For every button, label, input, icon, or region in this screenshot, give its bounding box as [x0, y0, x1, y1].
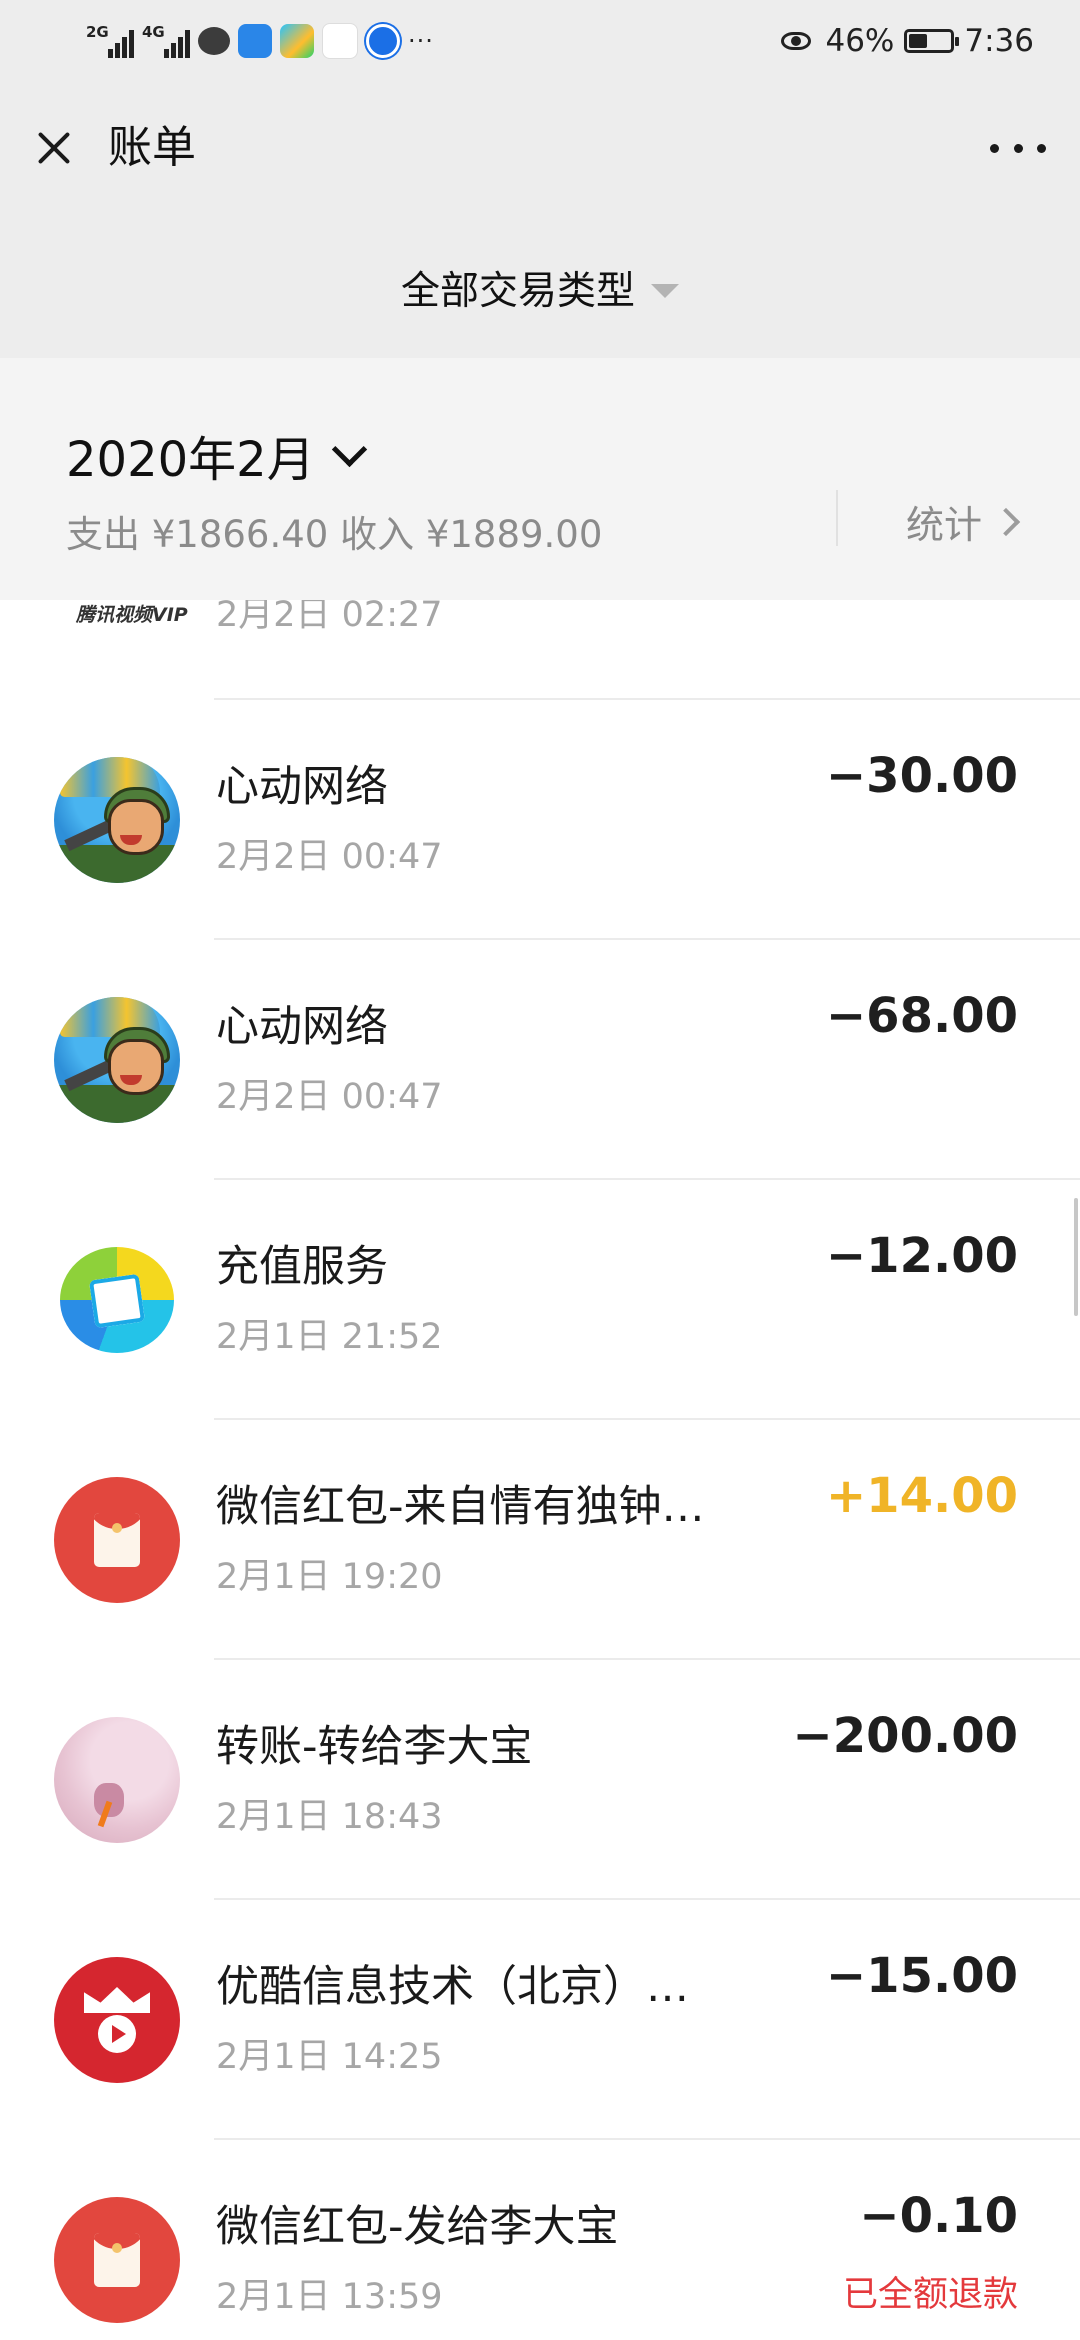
qq-icon	[238, 24, 272, 58]
transaction-time: 2月1日 21:52	[216, 1317, 443, 1357]
transaction-list: 腾讯视频VIP 2月2日 02:27 心动网络 2月2日 00:47 −30.0…	[0, 600, 1080, 2340]
photo-avatar	[54, 1717, 180, 1843]
transaction-time: 2月1日 18:43	[216, 1797, 443, 1837]
battery-level	[909, 34, 928, 48]
list-item[interactable]: 微信红包-发给李大宝 2月1日 13:59 −0.10 已全额退款	[0, 2140, 1080, 2340]
filter-bar: 全部交易类型	[0, 212, 1080, 358]
tencent-video-vip-logo: 腾讯视频VIP	[76, 604, 188, 626]
transaction-amount: −200.00	[792, 1708, 1018, 1764]
month-picker[interactable]: 2020年2月	[66, 420, 367, 490]
game-avatar	[54, 997, 180, 1123]
signal-icon: 4G	[142, 24, 190, 58]
expense-total: 支出 ¥1866.40	[66, 513, 329, 556]
red-packet-icon	[54, 2197, 180, 2323]
refund-note: 已全额退款	[842, 2275, 1018, 2315]
transaction-amount: −30.00	[825, 748, 1018, 804]
stats-button[interactable]: 统计	[906, 494, 1021, 549]
income-total: 收入 ¥1889.00	[340, 513, 603, 556]
transaction-name: 微信红包-发给李大宝	[216, 2202, 619, 2252]
filter-label: 全部交易类型	[400, 269, 635, 314]
qq-recharge-icon	[54, 1237, 180, 1363]
transaction-time: 2月1日 14:25	[216, 2037, 443, 2077]
transaction-name: 充值服务	[216, 1242, 388, 1292]
status-bar: 2G 4G ··· 46% 7:36	[0, 0, 1080, 82]
stats-label: 统计	[906, 503, 983, 547]
more-icon[interactable]	[990, 126, 1046, 170]
battery-icon	[904, 29, 960, 53]
divider	[836, 490, 838, 546]
transaction-time: 2月2日 00:47	[216, 1077, 443, 1117]
transaction-name: 优酷信息技术（北京）…	[216, 1962, 689, 2012]
chevron-right-icon	[991, 507, 1021, 536]
list-item[interactable]: 腾讯视频VIP 2月2日 02:27	[0, 600, 1080, 700]
more-notifications-icon: ···	[408, 27, 434, 55]
kugou-icon	[366, 24, 400, 58]
close-icon[interactable]	[30, 124, 78, 172]
status-icons-right: 46% 7:36	[781, 18, 1034, 64]
transaction-name: 心动网络	[216, 1002, 388, 1052]
youku-icon	[54, 1957, 180, 2083]
message-icon	[198, 27, 230, 55]
list-item[interactable]: 充值服务 2月1日 21:52 −12.00	[0, 1180, 1080, 1420]
game-avatar	[54, 757, 180, 883]
transaction-time: 2月2日 00:47	[216, 837, 443, 877]
tencent-video-icon	[280, 24, 314, 58]
list-item[interactable]: 心动网络 2月2日 00:47 −30.00	[0, 700, 1080, 940]
transaction-amount: −12.00	[825, 1228, 1018, 1284]
chevron-down-icon	[331, 431, 367, 467]
status-icons-left: 2G 4G ···	[86, 18, 434, 64]
transaction-amount: −68.00	[825, 988, 1018, 1044]
network-type-2: 4G	[142, 23, 165, 41]
list-item[interactable]: 优酷信息技术（北京）… 2月1日 14:25 −15.00	[0, 1900, 1080, 2140]
signal-icon: 2G	[86, 24, 134, 58]
month-label: 2020年2月	[66, 432, 315, 488]
transaction-type-filter[interactable]: 全部交易类型	[0, 260, 1080, 316]
transaction-time: 2月2日 02:27	[216, 600, 443, 635]
transaction-name: 转账-转给李大宝	[216, 1722, 533, 1772]
list-item[interactable]: 转账-转给李大宝 2月1日 18:43 −200.00	[0, 1660, 1080, 1900]
month-summary: 支出 ¥1866.40 收入 ¥1889.00	[66, 504, 602, 558]
page-title: 账单	[108, 122, 196, 173]
list-item[interactable]: 心动网络 2月2日 00:47 −68.00	[0, 940, 1080, 1180]
red-packet-icon	[54, 1477, 180, 1603]
month-header: 2020年2月 支出 ¥1866.40 收入 ¥1889.00 统计	[0, 358, 1080, 600]
transaction-amount: +14.00	[825, 1468, 1018, 1524]
sohu-video-icon	[322, 23, 358, 59]
clock: 7:36	[964, 23, 1034, 59]
nav-bar: 账单	[0, 82, 1080, 212]
eye-comfort-icon	[781, 30, 815, 52]
transaction-name: 微信红包-来自情有独钟…	[216, 1482, 705, 1532]
transaction-amount: −0.10	[859, 2188, 1018, 2244]
transaction-time: 2月1日 13:59	[216, 2277, 443, 2317]
transaction-name: 心动网络	[216, 762, 388, 812]
caret-down-icon	[651, 284, 679, 298]
network-type-1: 2G	[86, 23, 109, 41]
list-item[interactable]: 微信红包-来自情有独钟… 2月1日 19:20 +14.00	[0, 1420, 1080, 1660]
scrollbar[interactable]	[1074, 1198, 1078, 1316]
battery-percent: 46%	[825, 23, 895, 59]
transaction-amount: −15.00	[825, 1948, 1018, 2004]
transaction-time: 2月1日 19:20	[216, 1557, 443, 1597]
